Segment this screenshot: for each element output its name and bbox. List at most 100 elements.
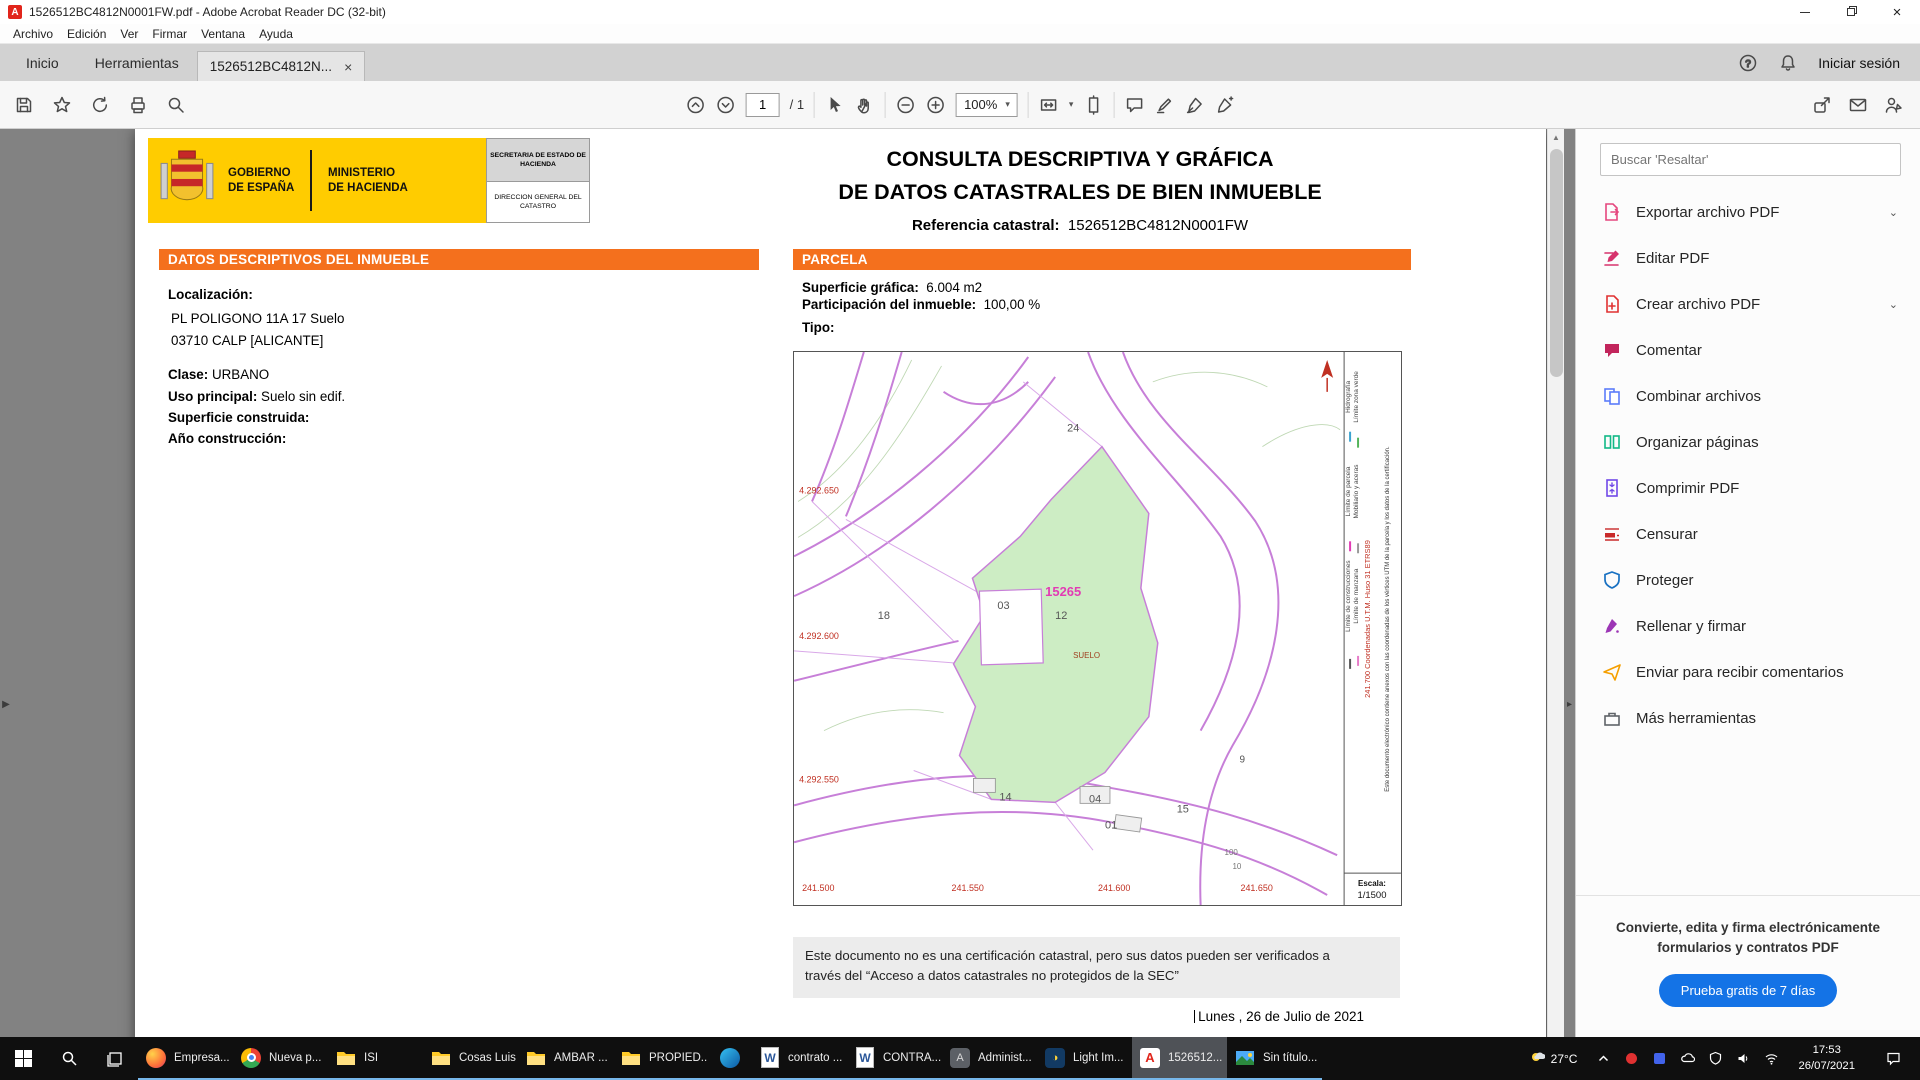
tool-editar-pdf[interactable]: Editar PDF	[1576, 235, 1920, 281]
taskbar-app-chrome[interactable]: Nueva p...	[233, 1037, 328, 1080]
tool-mas-herramientas[interactable]: Más herramientas	[1576, 695, 1920, 741]
window-title: 1526512BC4812N0001FW.pdf - Adobe Acrobat…	[29, 5, 386, 19]
print-icon[interactable]	[128, 95, 148, 115]
find-icon[interactable]	[166, 95, 186, 115]
comment-bubble-icon[interactable]	[1124, 95, 1144, 115]
map-y-coordinate: 4.292.600	[799, 631, 839, 641]
menu-edicion[interactable]: Edición	[60, 27, 113, 41]
favorites-star-icon[interactable]	[52, 95, 72, 115]
taskbar-time: 17:53	[1798, 1043, 1855, 1059]
map-y-coordinate: 4.292.550	[799, 774, 839, 784]
chevron-down-icon[interactable]: ⌄	[1889, 298, 1898, 311]
taskbar-app-edge[interactable]	[708, 1037, 752, 1080]
sign-pen-icon[interactable]	[1184, 95, 1204, 115]
taskbar-app-folder-isi[interactable]: ISI	[328, 1037, 423, 1080]
zoom-in-icon[interactable]	[926, 95, 946, 115]
tool-combinar-archivos[interactable]: Combinar archivos	[1576, 373, 1920, 419]
taskbar-app-word-contrato[interactable]: W contrato ...	[752, 1037, 847, 1080]
page-number-input[interactable]	[746, 93, 780, 117]
chevron-down-icon[interactable]: ⌄	[1889, 206, 1898, 219]
zoom-level-dropdown[interactable]: 100% ▾	[956, 93, 1018, 117]
taskbar-app-light-image[interactable]: ◑ Light Im...	[1037, 1037, 1132, 1080]
tab-herramientas[interactable]: Herramientas	[77, 44, 197, 81]
map-escala-label: Escala:	[1358, 879, 1386, 888]
organize-pages-icon	[1602, 432, 1622, 452]
notifications-bell-icon[interactable]	[1778, 53, 1798, 73]
tool-comentar[interactable]: Comentar	[1576, 327, 1920, 373]
tab-document[interactable]: 1526512BC4812N... ×	[197, 51, 366, 81]
defender-shield-icon[interactable]	[1708, 1051, 1723, 1066]
vertical-scrollbar[interactable]: ▲	[1547, 129, 1564, 1037]
previous-page-icon[interactable]	[686, 95, 706, 115]
free-trial-button[interactable]: Prueba gratis de 7 días	[1659, 974, 1837, 1007]
tool-comprimir-pdf[interactable]: Comprimir PDF	[1576, 465, 1920, 511]
map-label: 9	[1239, 755, 1245, 766]
share-file-icon[interactable]	[90, 95, 110, 115]
network-icon[interactable]	[1764, 1051, 1779, 1066]
minimize-button[interactable]	[1782, 0, 1828, 24]
share-link-icon[interactable]	[1812, 95, 1832, 115]
export-pdf-icon	[1602, 202, 1622, 222]
scrollbar-thumb[interactable]	[1550, 149, 1563, 377]
request-signature-icon[interactable]	[1884, 95, 1904, 115]
fit-width-icon[interactable]	[1039, 95, 1059, 115]
menu-ventana[interactable]: Ventana	[194, 27, 252, 41]
tool-rellenar-firmar[interactable]: Rellenar y firmar	[1576, 603, 1920, 649]
hidden-icons-chevron-icon[interactable]	[1596, 1051, 1611, 1066]
menu-ver[interactable]: Ver	[113, 27, 145, 41]
close-button[interactable]: ×	[1874, 0, 1920, 24]
menu-firmar[interactable]: Firmar	[145, 27, 194, 41]
datos-descriptivos-header: DATOS DESCRIPTIVOS DEL INMUEBLE	[159, 249, 759, 270]
menu-ayuda[interactable]: Ayuda	[252, 27, 300, 41]
menu-archivo[interactable]: Archivo	[6, 27, 60, 41]
tool-proteger[interactable]: Proteger	[1576, 557, 1920, 603]
taskbar-app-administrador[interactable]: A Administ...	[942, 1037, 1037, 1080]
tool-organizar-paginas[interactable]: Organizar páginas	[1576, 419, 1920, 465]
start-button[interactable]	[0, 1037, 46, 1080]
fill-sign-icon[interactable]	[1214, 95, 1234, 115]
cadastral-map: 24 18 03 15265 12 SUELO 14 04 01 15 9 10…	[793, 351, 1402, 906]
task-view-button[interactable]	[92, 1037, 138, 1080]
tool-censurar[interactable]: Censurar	[1576, 511, 1920, 557]
volume-icon[interactable]	[1736, 1051, 1751, 1066]
help-icon[interactable]: ?	[1738, 53, 1758, 73]
zoom-out-icon[interactable]	[896, 95, 916, 115]
onedrive-icon[interactable]	[1680, 1051, 1695, 1066]
scroll-up-arrow-icon[interactable]: ▲	[1548, 129, 1564, 146]
taskbar-app-word-contra[interactable]: W CONTRA...	[847, 1037, 942, 1080]
map-y-coordinate: 4.292.650	[799, 485, 839, 495]
taskbar-app-sin-titulo[interactable]: Sin título...	[1227, 1037, 1322, 1080]
taskbar-app-folder-ambar[interactable]: AMBAR ...	[518, 1037, 613, 1080]
taskbar-app-folder-propiedades[interactable]: PROPIED...	[613, 1037, 708, 1080]
taskbar-app-acrobat-active[interactable]: A 1526512...	[1132, 1037, 1227, 1080]
left-panel-toggle-icon[interactable]: ▶	[0, 691, 12, 717]
highlighter-icon[interactable]	[1154, 95, 1174, 115]
tool-enviar-comentarios[interactable]: Enviar para recibir comentarios	[1576, 649, 1920, 695]
sign-in-button[interactable]: Iniciar sesión	[1818, 55, 1900, 71]
action-center-button[interactable]	[1874, 1037, 1912, 1080]
tray-app-icon[interactable]	[1624, 1051, 1639, 1066]
restore-button[interactable]	[1828, 0, 1874, 24]
save-icon[interactable]	[14, 95, 34, 115]
compress-pdf-icon	[1602, 478, 1622, 498]
tab-close-icon[interactable]: ×	[344, 59, 352, 75]
next-page-icon[interactable]	[716, 95, 736, 115]
hand-tool-icon[interactable]	[855, 95, 875, 115]
zoom-level-value: 100%	[964, 97, 997, 112]
search-tools-input[interactable]	[1600, 143, 1901, 176]
taskbar-search-button[interactable]	[46, 1037, 92, 1080]
page-view-icon[interactable]	[1083, 95, 1103, 115]
select-tool-icon[interactable]	[825, 95, 845, 115]
tray-app-icon[interactable]	[1652, 1051, 1667, 1066]
taskbar-app-firefox[interactable]: Empresa...	[138, 1037, 233, 1080]
chevron-down-icon[interactable]: ▾	[1069, 99, 1074, 110]
tool-exportar-pdf[interactable]: Exportar archivo PDF ⌄	[1576, 189, 1920, 235]
app-icon: ◑	[1044, 1047, 1066, 1069]
email-icon[interactable]	[1848, 95, 1868, 115]
taskbar-clock[interactable]: 17:53 26/07/2021	[1792, 1043, 1861, 1075]
tab-inicio[interactable]: Inicio	[8, 44, 77, 81]
weather-widget[interactable]: 27°C	[1524, 1051, 1584, 1066]
right-panel-toggle-icon[interactable]: ▸	[1564, 691, 1575, 717]
taskbar-app-folder-cosas-luis[interactable]: Cosas Luis	[423, 1037, 518, 1080]
tool-crear-pdf[interactable]: Crear archivo PDF ⌄	[1576, 281, 1920, 327]
